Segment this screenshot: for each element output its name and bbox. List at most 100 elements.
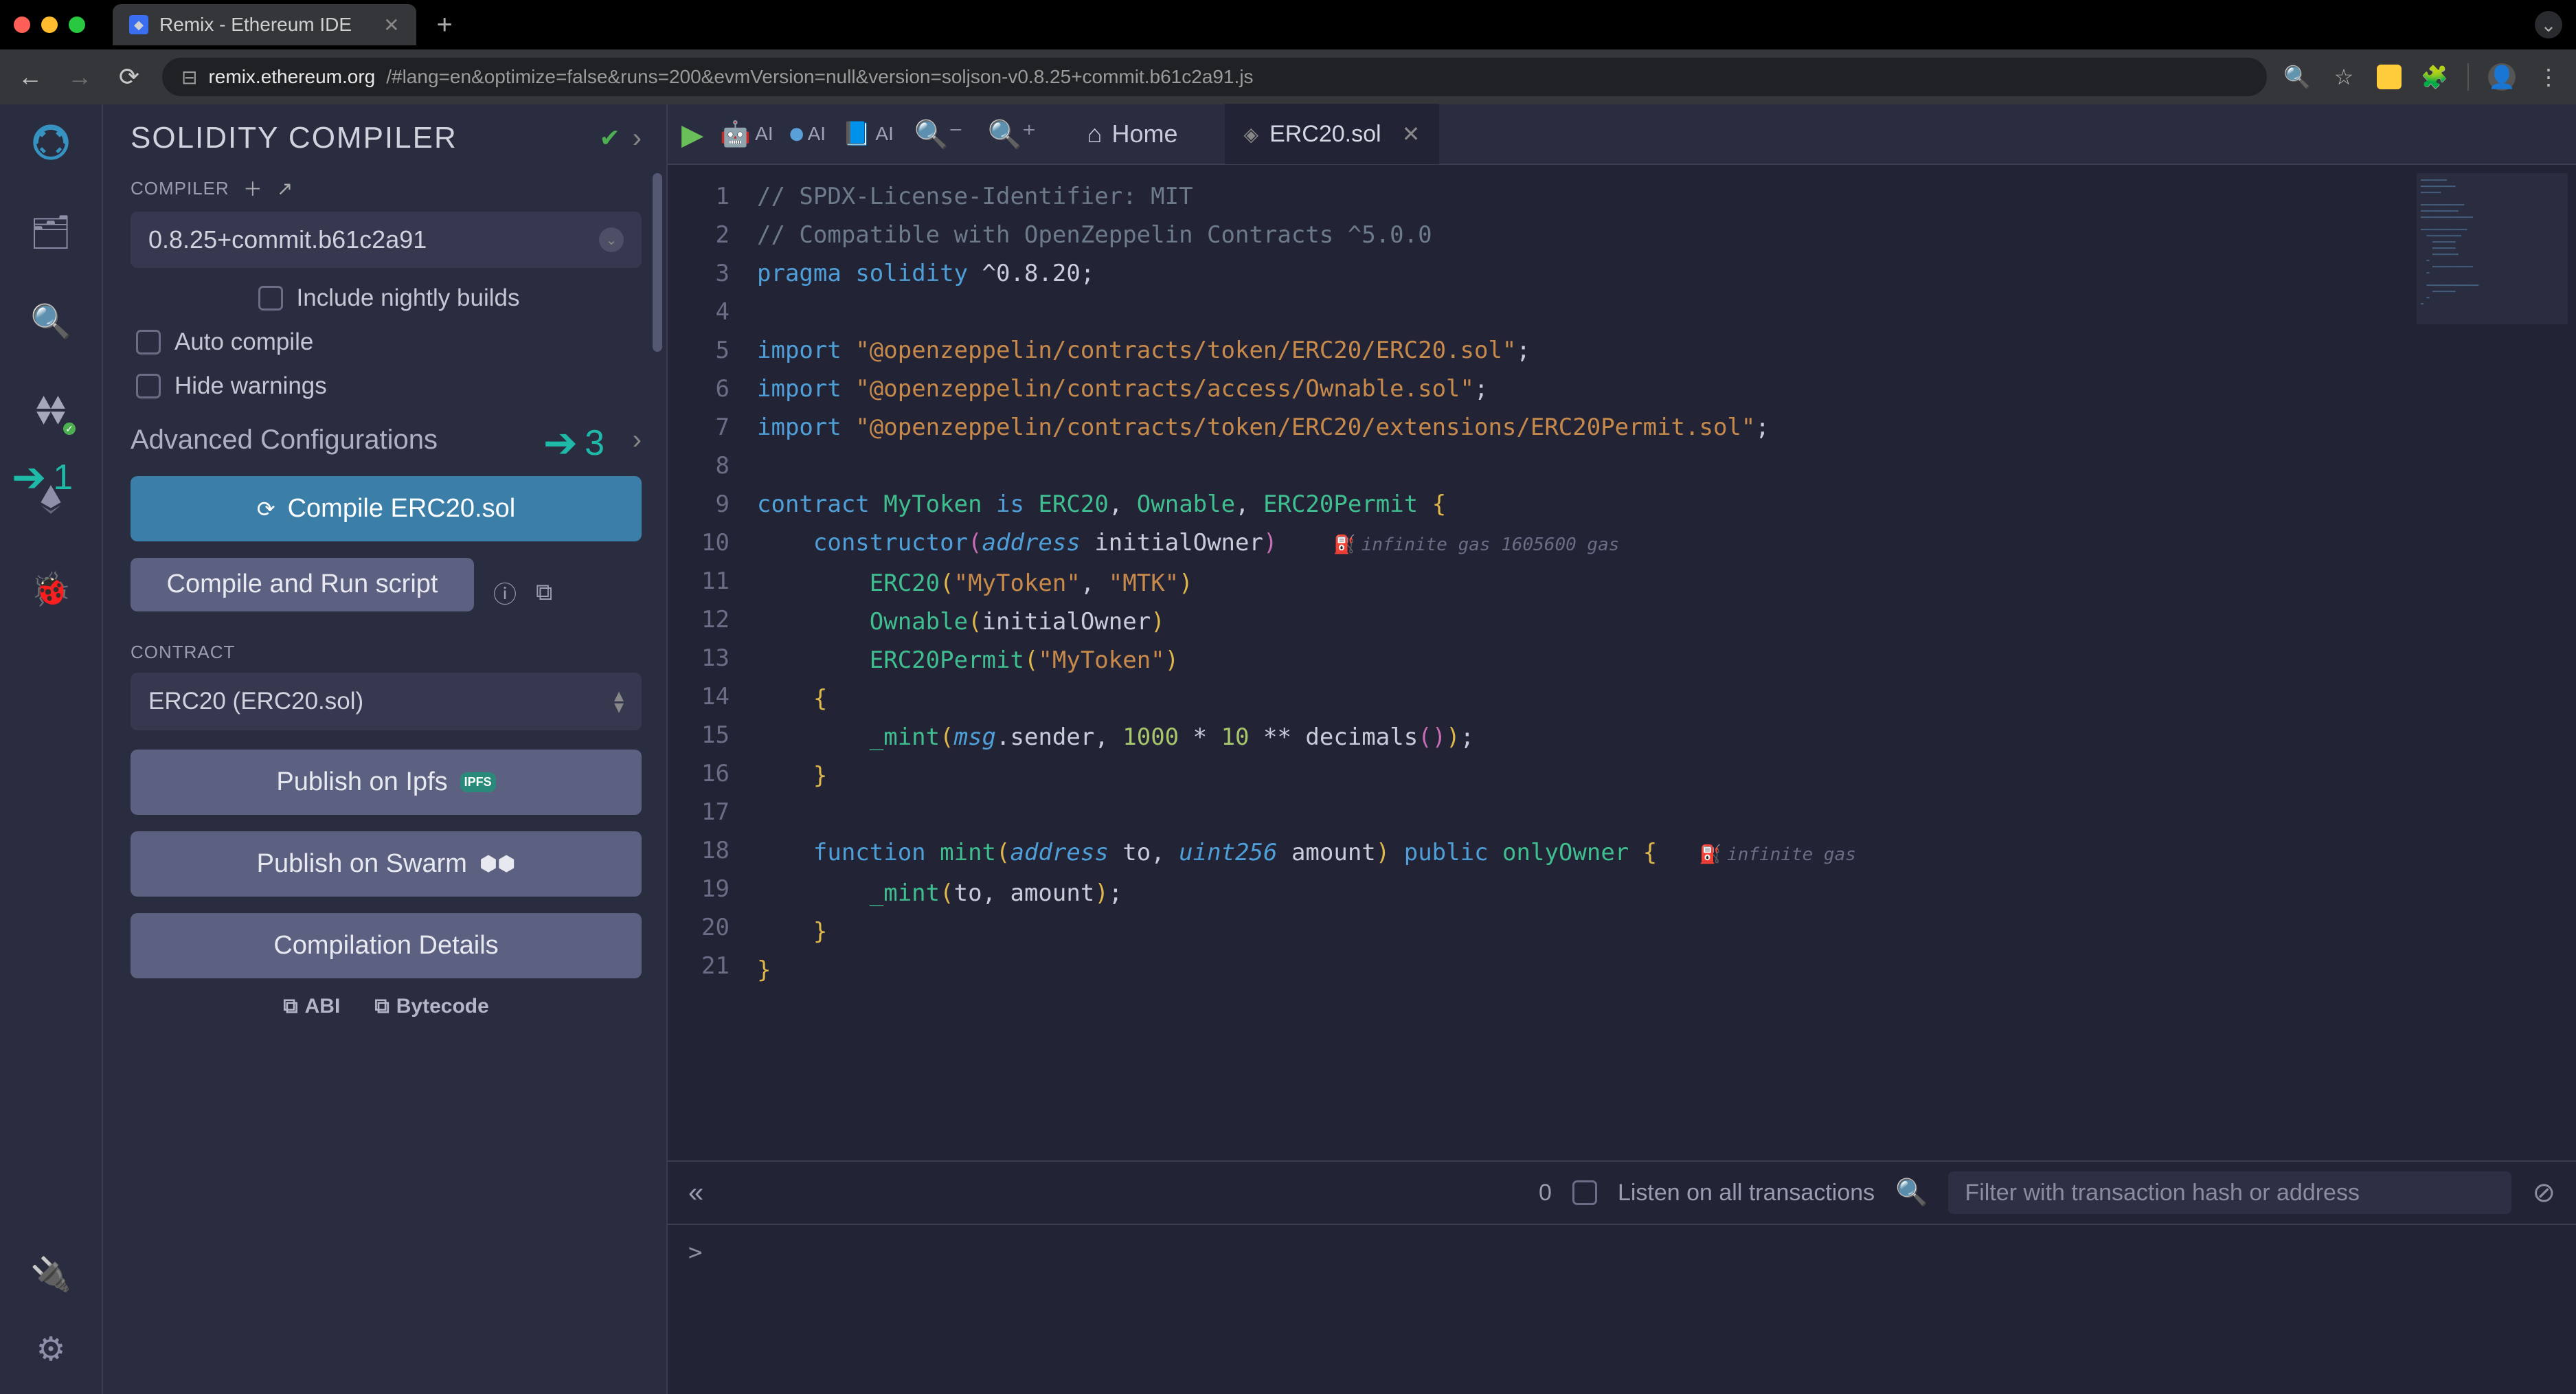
swarm-badge-icon: ⬢⬢ (479, 852, 515, 876)
info-icon[interactable]: ⓘ (493, 576, 517, 609)
copy-icon: ⧉ (374, 995, 389, 1018)
browser-menu-icon[interactable]: ⋮ (2535, 63, 2562, 91)
browser-tab[interactable]: ◆ Remix - Ethereum IDE ✕ (113, 4, 416, 45)
browser-tab-strip: ◆ Remix - Ethereum IDE ✕ + ⌄ (0, 0, 2576, 49)
run-script-icon[interactable]: ▶ (681, 117, 703, 151)
file-explorer-icon[interactable]: 🗂 (27, 207, 75, 256)
zoom-out-icon[interactable]: 🔍⁻ (914, 118, 963, 150)
compile-run-script-button[interactable]: Compile and Run script (131, 558, 474, 611)
include-nightly-checkbox[interactable] (258, 286, 283, 311)
panel-scrollbar[interactable] (653, 173, 662, 1380)
hide-warnings-label: Hide warnings (174, 372, 327, 400)
ai-toggle-button[interactable]: ⏺AI (790, 119, 826, 150)
compilation-details-label: Compilation Details (273, 931, 498, 960)
panel-collapse-icon[interactable]: › (633, 123, 642, 154)
zoom-icon[interactable]: 🔍 (2283, 63, 2311, 91)
solidity-compiler-icon[interactable]: ✓ (27, 386, 75, 434)
remix-app: 🗂 🔍 ✓ 🐞 🔌 ⚙ SOLIDITY COMPILER ✔ › COMPIL… (0, 104, 2576, 1394)
publish-swarm-button[interactable]: Publish on Swarm ⬢⬢ (131, 831, 642, 897)
compilation-details-button[interactable]: Compilation Details (131, 913, 642, 978)
plugin-manager-icon[interactable]: 🔌 (27, 1250, 75, 1298)
hide-warnings-checkbox[interactable] (136, 374, 161, 398)
solidity-file-icon: ◈ (1244, 123, 1259, 146)
copy-icon[interactable]: ⧉ (536, 579, 552, 606)
new-tab-button[interactable]: + (437, 10, 453, 41)
site-info-icon[interactable]: ⊟ (181, 66, 197, 89)
profile-icon[interactable]: 👤 (2488, 63, 2516, 91)
compiler-version-select[interactable]: 0.8.25+commit.b61c2a91 ⌄ (131, 212, 642, 268)
listen-checkbox[interactable] (1572, 1180, 1597, 1205)
minimap[interactable]: ▬▬▬▬▬▬▬▬▬▬▬▬▬▬▬▬▬▬▬▬▬▬▬▬▬▬▬▬▬▬▬▬▬▬▬▬▬▬▬▬… (2417, 173, 2568, 324)
bookmark-icon[interactable]: ☆ (2330, 63, 2358, 91)
extensions-menu-icon[interactable]: 🧩 (2421, 63, 2448, 91)
tab-overflow-icon[interactable]: ⌄ (2535, 11, 2562, 38)
annotation-1: ➔ 1 (12, 453, 73, 502)
contract-select-value: ERC20 (ERC20.sol) (148, 688, 363, 715)
terminal-collapse-icon[interactable]: « (688, 1178, 703, 1208)
chevron-right-icon: › (633, 425, 642, 456)
listen-label: Listen on all transactions (1618, 1180, 1875, 1206)
publish-ipfs-label: Publish on Ipfs (276, 767, 447, 797)
ipfs-badge-icon: IPFS (460, 772, 496, 792)
compile-success-badge-icon: ✓ (61, 420, 78, 437)
ai-docs-button[interactable]: 📘AI (842, 120, 894, 148)
ai-bot-button[interactable]: 🤖AI (720, 120, 773, 148)
tab-home[interactable]: ⌂ Home (1071, 120, 1195, 148)
code-content[interactable]: // SPDX-License-Identifier: MIT// Compat… (743, 165, 2576, 1160)
terminal-search-icon[interactable]: 🔍 (1895, 1178, 1928, 1208)
maximize-window-icon[interactable] (69, 16, 85, 33)
select-chevron-icon: ⌄ (599, 227, 624, 252)
terminal-output[interactable]: > (668, 1224, 2576, 1394)
tab-file-active[interactable]: ◈ ERC20.sol ✕ (1225, 104, 1440, 164)
auto-compile-checkbox[interactable] (136, 330, 161, 355)
select-sort-icon: ▴▾ (614, 690, 624, 713)
arrow-right-icon: ➔ (543, 419, 578, 467)
publish-ipfs-button[interactable]: Publish on Ipfs IPFS (131, 750, 642, 815)
nav-forward-icon[interactable]: → (63, 63, 96, 91)
copy-bytecode-button[interactable]: ⧉Bytecode (374, 995, 488, 1018)
close-window-icon[interactable] (14, 16, 30, 33)
arrow-right-icon: ➔ (12, 453, 46, 502)
book-icon: 📘 (842, 120, 871, 148)
include-nightly-row[interactable]: Include nightly builds (131, 284, 642, 312)
home-icon: ⌂ (1087, 120, 1103, 148)
link-compiler-icon[interactable]: ↗ (277, 177, 293, 200)
compile-spinner-icon: ⟳ (257, 496, 275, 522)
remix-logo-icon[interactable] (27, 118, 75, 166)
tx-filter-input[interactable] (1948, 1171, 2511, 1214)
nav-back-icon[interactable]: ← (14, 63, 47, 91)
contract-select[interactable]: ERC20 (ERC20.sol) ▴▾ (131, 673, 642, 730)
address-bar[interactable]: ⊟ remix.ethereum.org/#lang=en&optimize=f… (162, 58, 2267, 96)
settings-icon[interactable]: ⚙ (27, 1325, 75, 1373)
hide-warnings-row[interactable]: Hide warnings (131, 372, 642, 400)
panel-footer-links: ⧉ABI ⧉Bytecode (131, 995, 642, 1018)
clear-terminal-icon[interactable]: ⊘ (2532, 1177, 2555, 1208)
compile-button[interactable]: ⟳ Compile ERC20.sol (131, 476, 642, 541)
debugger-icon[interactable]: 🐞 (27, 565, 75, 613)
compile-button-label: Compile ERC20.sol (288, 494, 516, 524)
add-compiler-icon[interactable]: ＋ (243, 175, 263, 202)
search-icon[interactable]: 🔍 (27, 297, 75, 345)
auto-compile-row[interactable]: Auto compile (131, 328, 642, 356)
zoom-in-icon[interactable]: 🔍⁺ (988, 118, 1037, 150)
window-controls[interactable] (14, 16, 85, 33)
code-editor[interactable]: 123456789101112131415161718192021 // SPD… (668, 165, 2576, 1160)
terminal-panel: « 0 Listen on all transactions 🔍 ⊘ > (668, 1160, 2576, 1394)
tab-close-icon[interactable]: ✕ (383, 14, 399, 36)
tab-favicon-icon: ◆ (129, 15, 148, 34)
copy-abi-button[interactable]: ⧉ABI (283, 995, 340, 1018)
minimize-window-icon[interactable] (41, 16, 58, 33)
close-tab-icon[interactable]: ✕ (1402, 121, 1421, 147)
include-nightly-label: Include nightly builds (297, 284, 520, 312)
editor-toolbar: ▶ 🤖AI ⏺AI 📘AI 🔍⁻ 🔍⁺ ⌂ Home ◈ ERC20.sol ✕ (668, 104, 2576, 165)
left-icon-rail: 🗂 🔍 ✓ 🐞 🔌 ⚙ (0, 104, 103, 1394)
tab-title: Remix - Ethereum IDE (159, 14, 352, 36)
terminal-toolbar: « 0 Listen on all transactions 🔍 ⊘ (668, 1162, 2576, 1224)
file-name: ERC20.sol (1269, 121, 1381, 148)
extension-icon[interactable] (2377, 65, 2402, 89)
url-domain: remix.ethereum.org (208, 66, 375, 88)
line-gutter: 123456789101112131415161718192021 (668, 165, 743, 1160)
auto-compile-label: Auto compile (174, 328, 313, 356)
compiler-label: COMPILER ＋ ↗ (131, 175, 642, 202)
reload-icon[interactable]: ⟳ (113, 63, 146, 91)
